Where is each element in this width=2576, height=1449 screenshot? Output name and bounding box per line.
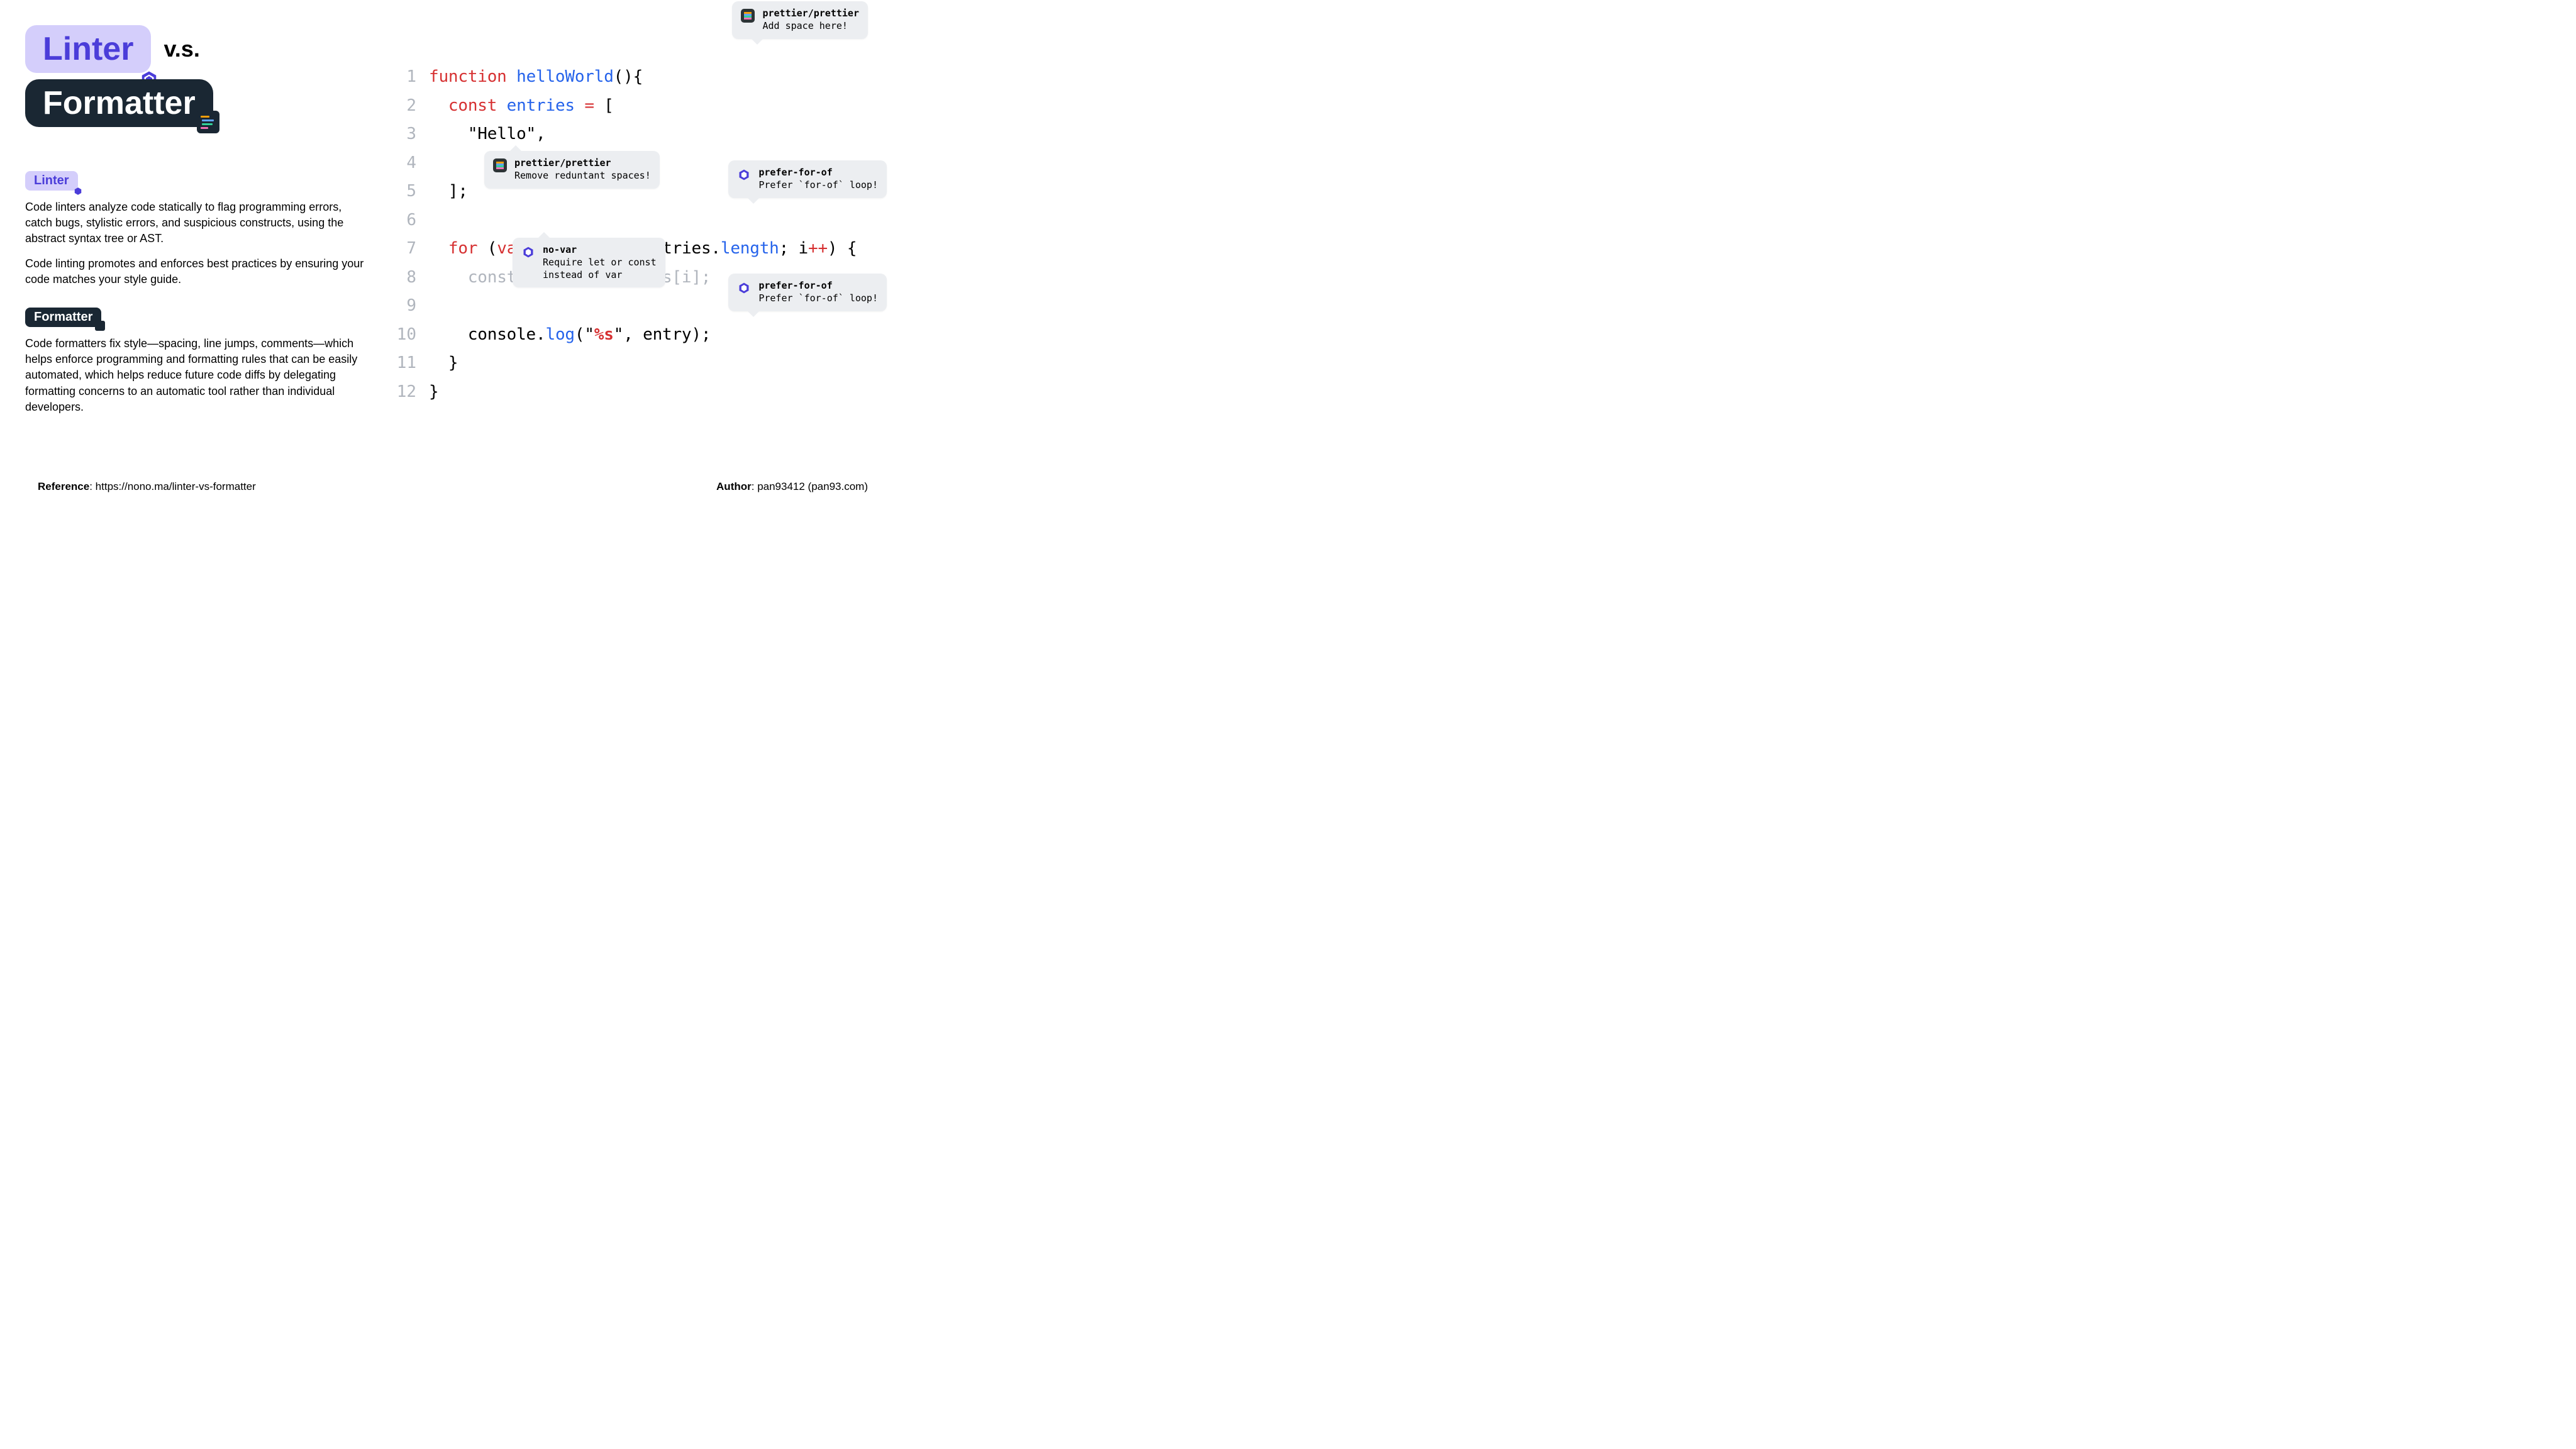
section-linter-label: Linter [34,174,69,187]
formatter-desc-1: Code formatters fix style—spacing, line … [25,336,365,415]
title-formatter-badge: Formatter [25,79,213,127]
tooltip-msg: Require let or const instead of var [543,257,657,281]
tooltip-prefer-for-of-2: prefer-for-of Prefer `for-of` loop! [728,274,887,311]
tooltip-prefer-for-of-1: prefer-for-of Prefer `for-of` loop! [728,160,887,198]
lineno: 6 [390,206,416,235]
lineno: 1 [390,63,416,92]
lineno: 4 [390,149,416,178]
linter-desc-1: Code linters analyze code statically to … [25,199,365,247]
linter-desc-2: Code linting promotes and enforces best … [25,256,365,287]
tooltip-title: prettier/prettier [514,157,651,169]
eslint-icon [140,59,158,78]
author-text: Author: pan93412 (pan93.com) [716,480,868,493]
title-linter-text: Linter [43,31,133,67]
tooltip-title: prefer-for-of [758,167,878,178]
lineno: 9 [390,292,416,321]
title-formatter-text: Formatter [43,85,196,121]
prettier-icon [197,111,219,133]
lineno: 12 [390,378,416,407]
prettier-icon [95,321,105,331]
section-formatter-label: Formatter [34,310,92,324]
title-linter-badge: Linter [25,25,151,73]
tooltip-msg: Remove reduntant spaces! [514,170,651,182]
tooltip-prettier-space: prettier/prettier Add space here! [732,1,868,39]
tooltip-title: no-var [543,244,657,255]
lineno: 3 [390,120,416,149]
eslint-icon [737,281,751,295]
prettier-icon [493,158,507,172]
tooltip-prettier-remove: prettier/prettier Remove reduntant space… [484,151,660,189]
lineno: 2 [390,92,416,121]
lineno: 8 [390,264,416,292]
section-linter-badge: Linter [25,171,78,191]
vs-text: v.s. [164,36,199,62]
tooltip-no-var: no-var Require let or const instead of v… [513,238,665,287]
lineno: 11 [390,349,416,378]
reference-text: Reference: https://nono.ma/linter-vs-for… [38,480,256,493]
eslint-icon [521,245,535,259]
tooltip-title: prefer-for-of [758,280,878,291]
code-block: 1function helloWorld(){ 2 const entries … [390,63,868,406]
tooltip-title: prettier/prettier [762,8,859,19]
prettier-icon [741,9,755,23]
section-formatter-badge: Formatter [25,308,101,327]
tooltip-msg: Add space here! [762,20,859,33]
lineno: 10 [390,321,416,350]
lineno: 5 [390,177,416,206]
lineno: 7 [390,235,416,264]
tooltip-msg: Prefer `for-of` loop! [758,179,878,192]
tooltip-msg: Prefer `for-of` loop! [758,292,878,305]
eslint-icon [74,185,82,194]
eslint-icon [737,168,751,182]
